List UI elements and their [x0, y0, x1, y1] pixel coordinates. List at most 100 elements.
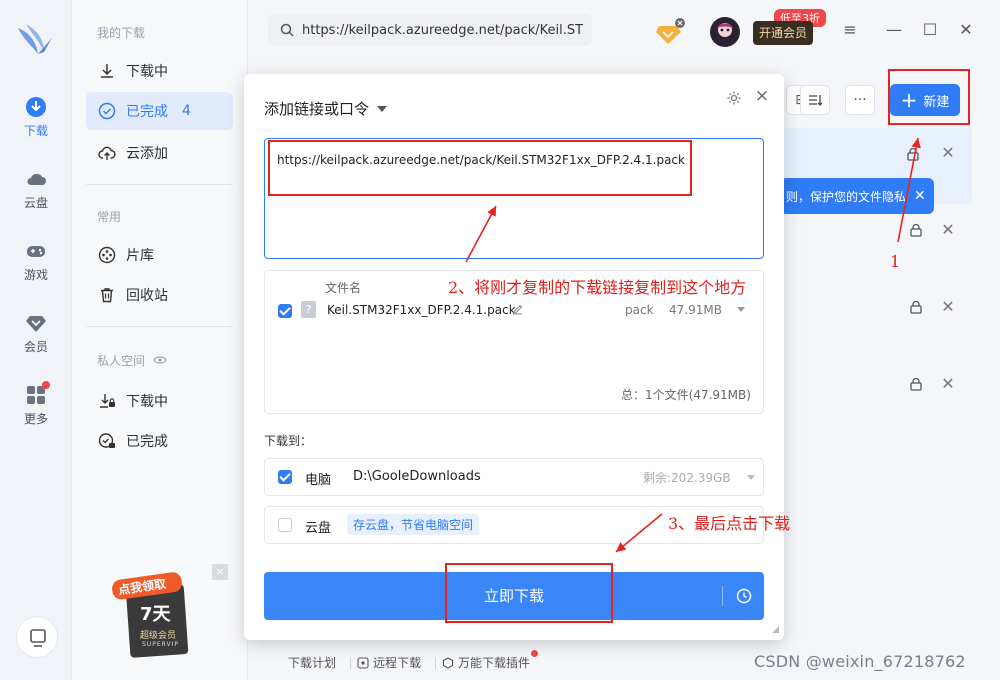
- chevron-down-icon[interactable]: [737, 307, 745, 312]
- nav-item-recycle[interactable]: 回收站: [86, 276, 233, 314]
- privacy-tooltip-text: 则，保护您的文件隐私: [786, 189, 907, 204]
- delete-task-icon[interactable]: ✕: [941, 222, 955, 238]
- notification-dot: [531, 650, 539, 657]
- nav-section-private: 私人空间: [97, 352, 167, 369]
- dialog-title-dropdown[interactable]: 添加链接或口令: [264, 98, 388, 119]
- delete-task-icon[interactable]: ✕: [941, 299, 955, 315]
- rail-game[interactable]: 游戏: [0, 234, 72, 292]
- film-reel-icon: [98, 246, 116, 264]
- window-pin-icon: [30, 629, 46, 647]
- nav-divider: [86, 184, 233, 185]
- nav-item-private-downloading[interactable]: 下载中: [86, 382, 233, 420]
- vip-diamond-icon[interactable]: [655, 18, 685, 46]
- file-name: Keil.STM32F1xx_DFP.2.4.1.pack: [327, 303, 516, 317]
- rail-more-label: 更多: [23, 412, 48, 426]
- avatar[interactable]: [709, 16, 741, 48]
- promo-line4: SUPERVIP: [142, 641, 179, 648]
- cube-icon: [442, 656, 454, 669]
- window-close-icon[interactable]: ✕: [958, 22, 974, 38]
- nav-item-downloading[interactable]: 下载中: [86, 52, 233, 90]
- lock-icon[interactable]: [906, 147, 920, 161]
- left-rail: 下载 云盘 游戏 会员 更多: [0, 0, 72, 680]
- pc-label: 电脑: [305, 473, 332, 488]
- file-size: 47.91MB: [669, 303, 722, 317]
- vip-open-button[interactable]: 开通会员: [753, 21, 813, 45]
- remote-download-link[interactable]: 远程下载: [357, 654, 421, 671]
- pin-button[interactable]: [16, 616, 58, 658]
- cloud-tag: 存云盘，节省电脑空间: [347, 514, 480, 535]
- nav-item-completed[interactable]: 已完成 4: [86, 92, 233, 130]
- annotation-box-link: [268, 140, 692, 196]
- delete-task-icon[interactable]: ✕: [941, 376, 955, 392]
- eye-icon[interactable]: [153, 355, 167, 365]
- annotation-box-new: [888, 69, 970, 125]
- sort-button[interactable]: [800, 85, 830, 115]
- nav-section-private-label: 私人空间: [97, 354, 146, 368]
- edit-icon[interactable]: [511, 303, 524, 316]
- download-to-label: 下载到：: [264, 434, 313, 448]
- cloud-label: 云盘: [305, 521, 332, 536]
- more-button[interactable]: ···: [845, 85, 875, 115]
- lock-icon[interactable]: [909, 377, 923, 391]
- separator: [435, 656, 437, 669]
- pc-path: D:\GooleDownloads: [353, 469, 481, 484]
- trash-icon: [101, 288, 113, 303]
- cloud-checkbox[interactable]: [278, 518, 292, 532]
- unknown-file-icon: ?: [301, 301, 316, 318]
- annotation-box-download: [445, 563, 613, 623]
- minimize-icon[interactable]: —: [886, 22, 902, 38]
- resize-handle[interactable]: [772, 626, 779, 633]
- bottom-links: 下载计划 远程下载 万能下载插件: [288, 650, 544, 671]
- download-plan-link[interactable]: 下载计划: [288, 654, 336, 671]
- promo-close-button[interactable]: ×: [212, 564, 228, 580]
- nav-item-library[interactable]: 片库: [86, 236, 233, 274]
- delete-task-icon[interactable]: ✕: [941, 145, 955, 161]
- search-input-value: https://keilpack.azureedge.net/pack/Keil…: [302, 22, 584, 38]
- gamepad-icon: [27, 246, 45, 257]
- rail-download-label: 下载: [23, 124, 48, 138]
- download-icon: [26, 97, 46, 117]
- remote-download-label: 远程下载: [373, 656, 422, 670]
- plugin-label: 万能下载插件: [458, 656, 531, 670]
- tooltip-close-icon[interactable]: ✕: [914, 188, 926, 204]
- column-header-filename: 文件名: [325, 281, 362, 295]
- vip-promo-card[interactable]: 点我领取 7天 超级会员 SUPERVIP: [106, 570, 266, 662]
- cloud-upload-icon: [98, 146, 116, 160]
- rail-more[interactable]: 更多: [0, 378, 72, 436]
- button-separator: [722, 586, 723, 606]
- save-to-pc-option[interactable]: 电脑 D:\GooleDownloads 剩余:202.39GB: [264, 458, 764, 496]
- search-icon: [280, 23, 294, 37]
- rail-game-label: 游戏: [23, 268, 48, 282]
- rail-cloud[interactable]: 云盘: [0, 162, 72, 220]
- search-input[interactable]: https://keilpack.azureedge.net/pack/Keil…: [268, 14, 592, 46]
- schedule-clock-icon[interactable]: [736, 588, 752, 604]
- rail-download[interactable]: 下载: [0, 90, 72, 148]
- file-checkbox[interactable]: [278, 304, 292, 318]
- download-lock-icon: [100, 394, 115, 408]
- maximize-icon[interactable]: ☐: [922, 22, 938, 38]
- rail-vip-label: 会员: [23, 340, 48, 354]
- privacy-tooltip: 则，保护您的文件隐私 ✕: [780, 178, 934, 214]
- app-logo-icon: [18, 24, 52, 54]
- plugin-link[interactable]: 万能下载插件: [442, 650, 539, 671]
- nav-item-label: 下载中: [126, 394, 168, 410]
- gear-icon[interactable]: [726, 90, 742, 106]
- check-circle-icon: [98, 102, 116, 120]
- annotation-step-2: 2、将刚才复制的下载链接复制到这个地方: [448, 278, 747, 297]
- pc-checkbox[interactable]: [278, 470, 292, 484]
- nav-item-label: 回收站: [126, 288, 168, 304]
- dialog-close-button[interactable]: ×: [754, 88, 770, 105]
- pc-free-space: 剩余:202.39GB: [643, 471, 731, 485]
- completed-count-badge: 4: [182, 103, 191, 119]
- lock-icon[interactable]: [909, 223, 923, 237]
- lock-icon[interactable]: [909, 300, 923, 314]
- nav-panel: 我的下载 下载中 已完成 4 云添加 常用 片库 回收站 私人空间 下载中 已完…: [72, 0, 248, 680]
- rail-vip[interactable]: 会员: [0, 306, 72, 364]
- remote-icon: [357, 656, 369, 669]
- menu-icon[interactable]: ≡: [842, 22, 858, 38]
- nav-item-cloud-add[interactable]: 云添加: [86, 134, 233, 172]
- chevron-down-icon[interactable]: [747, 475, 755, 480]
- nav-item-private-completed[interactable]: 已完成: [86, 422, 233, 460]
- diamond-icon: [26, 316, 46, 332]
- nav-item-label: 已完成: [126, 434, 168, 450]
